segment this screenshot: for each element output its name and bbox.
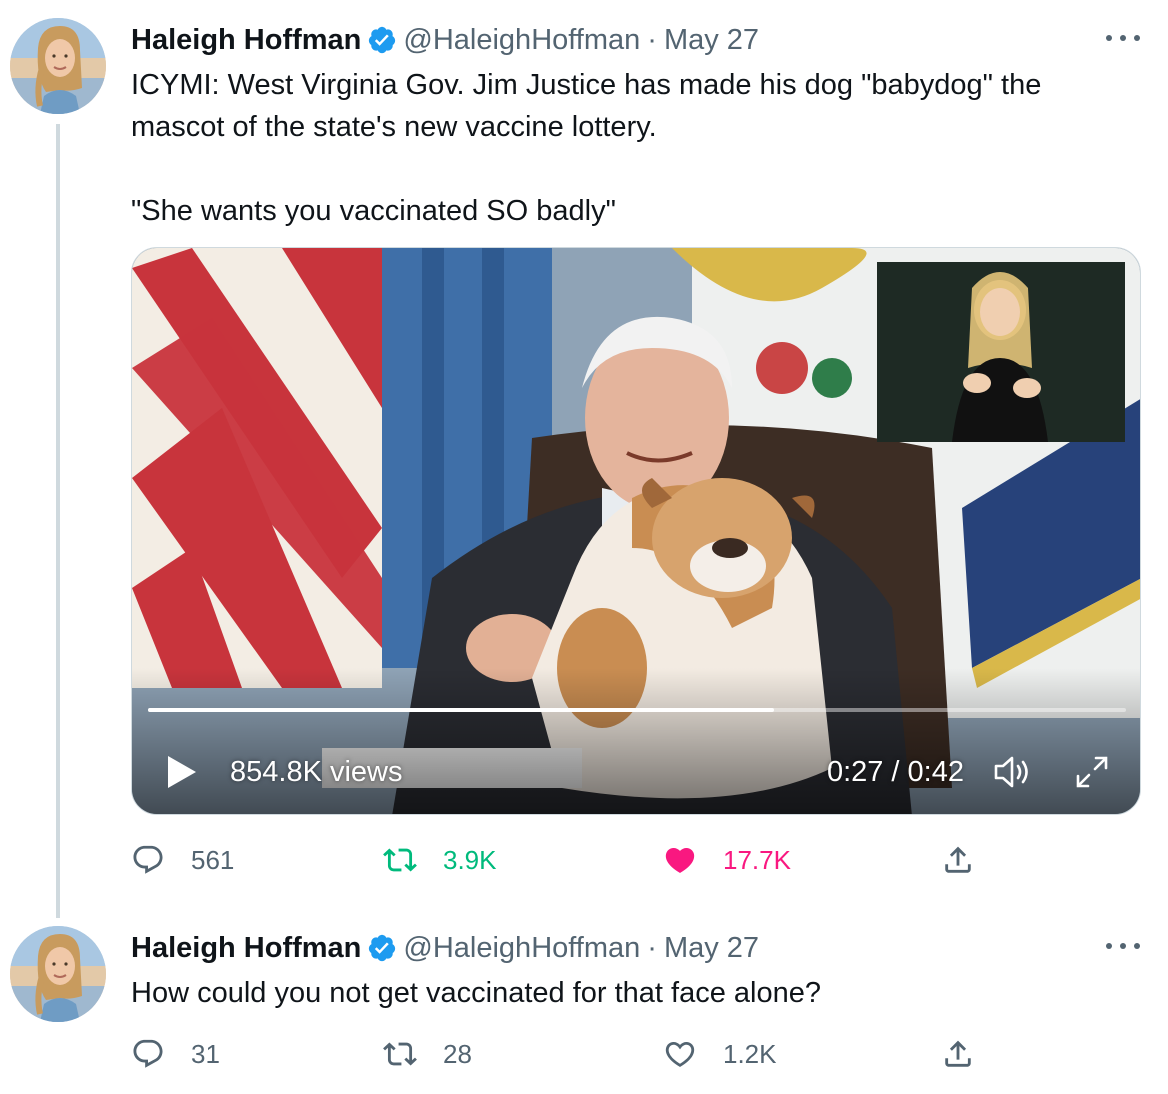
avatar[interactable] [10,18,106,114]
tweet-actions: 561 3.9K 17.7K [131,840,991,880]
like-icon [665,847,695,873]
avatar-photo [10,18,106,114]
reply-button[interactable]: 561 [131,840,234,880]
share-button[interactable] [941,1034,975,1074]
author-name[interactable]: Haleigh Hoffman [131,24,361,57]
retweet-button[interactable]: 28 [383,1034,472,1074]
share-icon [945,846,971,873]
like-count: 1.2K [723,1038,777,1069]
tweet-date[interactable]: May 27 [664,932,759,965]
reply-count: 561 [191,844,235,875]
video-timecode: 0:27 / 0:42 [826,756,964,788]
retweet-icon [383,1042,417,1066]
verified-badge-icon [369,26,396,54]
retweet-count: 28 [443,1038,472,1069]
tweet-text-paragraph: How could you not get vaccinated for tha… [131,977,821,1009]
video-frame [132,248,1140,814]
tweet[interactable]: Haleigh Hoffman @HaleighHoffman · May 27… [0,908,1168,1094]
tweet-header: Haleigh Hoffman @HaleighHoffman · May 27 [131,930,759,966]
interpreter-inset [877,262,1125,442]
tweet-actions: 31 28 1.2K [131,1034,991,1074]
more-icon[interactable] [1106,940,1140,952]
verified-badge-icon [369,934,396,962]
separator-dot: · [647,931,657,964]
tweet-text: How could you not get vaccinated for tha… [131,972,1131,1014]
video-progress-fill [148,708,774,712]
reply-icon [133,1039,163,1068]
like-button[interactable]: 1.2K [663,1034,777,1074]
share-button[interactable] [941,840,975,880]
flag-left [132,248,382,688]
tweet[interactable]: Haleigh Hoffman @HaleighHoffman · May 27… [0,0,1168,918]
play-icon[interactable] [166,754,198,790]
tweet-text: ICYMI: West Virginia Gov. Jim Justice ha… [131,64,1131,232]
tweet-date[interactable]: May 27 [664,24,759,57]
author-handle[interactable]: @HaleighHoffman [403,24,640,57]
video-view-count: 854.8K views [230,756,403,788]
separator-dot: · [647,23,657,56]
retweet-count: 3.9K [443,844,497,875]
more-icon[interactable] [1106,32,1140,44]
retweet-button[interactable]: 3.9K [383,840,497,880]
like-button[interactable]: 17.7K [663,840,791,880]
tweet-header: Haleigh Hoffman @HaleighHoffman · May 27 [131,22,759,58]
fullscreen-icon[interactable] [1072,752,1112,792]
video-controls: 854.8K views 0:27 / 0:42 [132,738,1140,808]
thread-connector-line [56,124,60,918]
like-icon [665,1041,695,1067]
author-handle[interactable]: @HaleighHoffman [403,932,640,965]
volume-icon[interactable] [992,754,1034,790]
tweet-text-paragraph: ICYMI: West Virginia Gov. Jim Justice ha… [131,69,1050,143]
video-player[interactable]: 854.8K views 0:27 / 0:42 [131,247,1141,815]
tweet-text-paragraph: "She wants you vaccinated SO badly" [131,195,616,227]
reply-icon [133,845,163,874]
like-count: 17.7K [723,844,791,875]
video-progress-bar[interactable] [148,708,1126,712]
share-icon [945,1040,971,1067]
avatar-photo [10,926,106,1022]
author-name[interactable]: Haleigh Hoffman [131,932,361,965]
reply-count: 31 [191,1038,220,1069]
retweet-icon [383,848,417,872]
reply-button[interactable]: 31 [131,1034,220,1074]
avatar[interactable] [10,926,106,1022]
